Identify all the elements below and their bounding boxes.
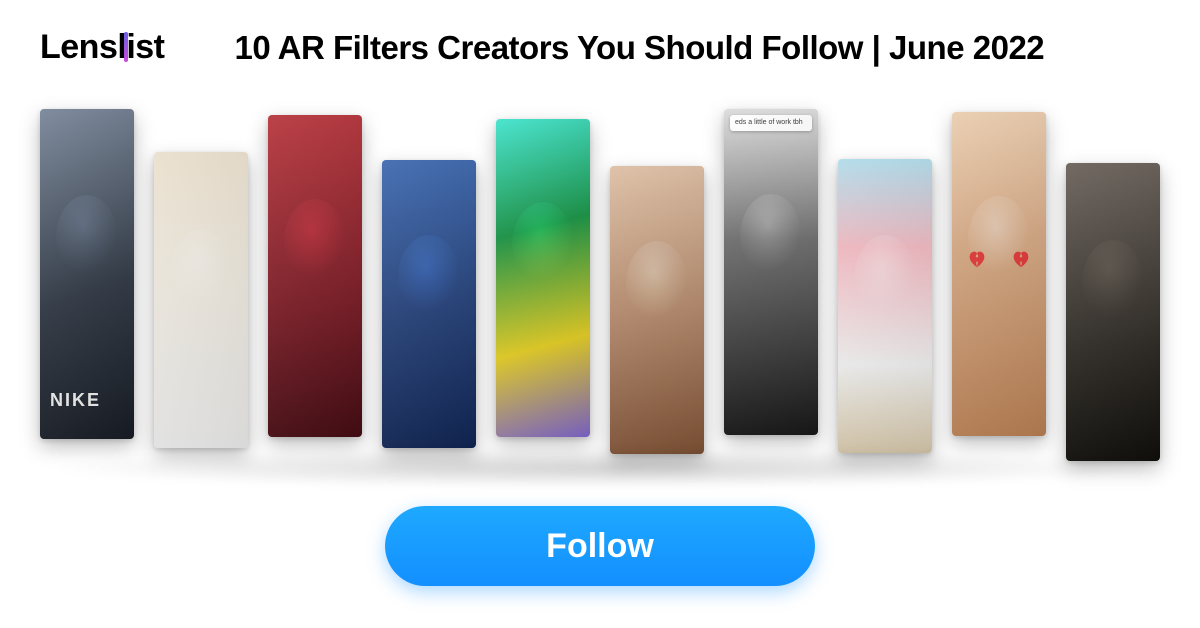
logo-text-part1: Lens [40, 28, 117, 66]
face-icon [626, 241, 688, 319]
creator-card-8 [838, 159, 932, 453]
face-icon [398, 235, 460, 313]
creator-card-7: eds a little of work tbh [724, 109, 818, 435]
logo-divider-icon: l [117, 28, 126, 66]
creator-cards-row: NIKE eds a little of work tbh [0, 102, 1200, 462]
face-icon [56, 195, 118, 273]
follow-button-label: Follow [546, 527, 654, 565]
creator-card-2 [154, 152, 248, 448]
broken-heart-icon [966, 248, 988, 270]
creator-card-9 [952, 112, 1046, 436]
broken-heart-icon [1010, 248, 1032, 270]
creator-card-1: NIKE [40, 109, 134, 439]
page-title: 10 AR Filters Creators You Should Follow… [235, 29, 1045, 67]
logo-text-part2: ist [126, 28, 164, 66]
face-icon [170, 229, 232, 307]
creator-card-5 [496, 119, 590, 437]
face-icon [854, 235, 916, 313]
creator-card-10 [1066, 163, 1160, 461]
creator-card-6 [610, 166, 704, 454]
face-icon [740, 194, 802, 272]
face-icon [284, 199, 346, 277]
face-icon [1082, 240, 1144, 318]
shirt-brand-text: NIKE [50, 390, 101, 411]
creator-card-3 [268, 115, 362, 437]
follow-button[interactable]: Follow [385, 506, 815, 586]
face-icon [512, 202, 574, 280]
creator-card-4 [382, 160, 476, 448]
reply-note-chip: eds a little of work tbh [730, 115, 812, 131]
brand-logo: Lenslist [40, 28, 165, 67]
